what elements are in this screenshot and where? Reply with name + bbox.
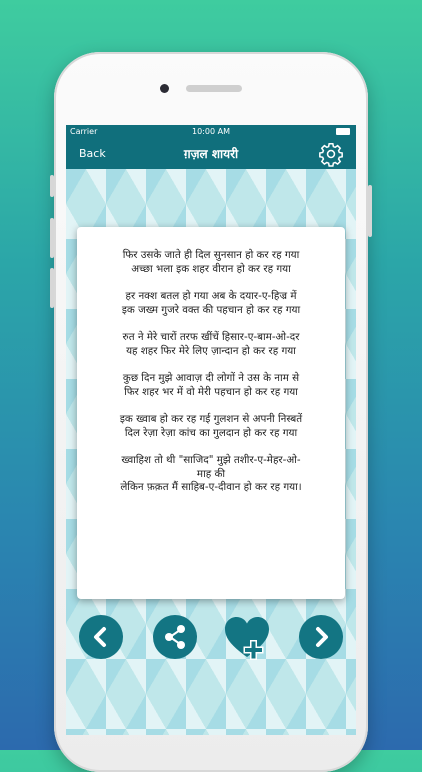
heart-plus-icon (225, 617, 269, 660)
volume-up-button (50, 218, 54, 258)
volume-down-button (50, 268, 54, 308)
chevron-right-icon (316, 627, 328, 647)
status-bar: Carrier 10:00 AM (66, 125, 356, 139)
gear-icon[interactable] (318, 141, 344, 167)
poem-line: लेकिन फ़क़त मैं साहिब-ए-दीवान हो कर रह ग… (120, 481, 302, 493)
poem-line: फिर शहर भर में वो मेरी पहचान हो कर रह गय… (124, 385, 298, 398)
poem-line: ख्वाहिश तो थी "साजिद" मुझे तशीर-ए-मेहर-ओ… (121, 454, 301, 466)
poem-stanza: फिर उसके जाते ही दिल सुनसान हो कर रह गया… (87, 249, 335, 276)
poem-line: अच्छा भला इक शहर वीरान हो कर रह गया (131, 262, 291, 275)
poem-stanza: कुछ दिन मुझे आवाज़ दी लोगों ने उस के नाम… (87, 372, 335, 399)
next-button[interactable] (299, 615, 343, 659)
power-button (368, 185, 372, 237)
poem-stanza: ख्वाहिश तो थी "साजिद" मुझे तशीर-ए-मेहर-ओ… (87, 454, 335, 495)
share-button[interactable] (153, 615, 197, 659)
poem-stanza: इक ख्वाब हो कर रह गई गुलशन से अपनी निस्ब… (87, 413, 335, 440)
poem-text: फिर उसके जाते ही दिल सुनसान हो कर रह गया… (77, 227, 345, 495)
poem-stanza: हर नक्श बतल हो गया अब के दयार-ए-हिज्र मे… (87, 290, 335, 317)
chevron-left-icon (94, 627, 106, 647)
poem-line: दिल रेज़ा रेज़ा कांच का गुलदान हो कर रह … (124, 426, 298, 439)
poem-stanza: रुत ने मेरे चारों तरफ खींचें हिसार-ए-बाम… (87, 331, 335, 358)
previous-button[interactable] (79, 615, 123, 659)
status-time: 10:00 AM (192, 127, 230, 136)
app-screen: Carrier 10:00 AM Back ग़ज़ल शायरी फिर उस… (66, 125, 356, 735)
poem-line: हर नक्श बतल हो गया अब के दयार-ए-हिज्र मे… (125, 290, 297, 302)
poem-line: फिर उसके जाते ही दिल सुनसान हो कर रह गया (122, 249, 300, 261)
poem-line: इक जख्म गुजरे वक्त की पहचान हो कर रह गया (121, 303, 301, 316)
page-title: ग़ज़ल शायरी (183, 147, 239, 161)
background-pattern: फिर उसके जाते ही दिल सुनसान हो कर रह गया… (66, 169, 356, 735)
front-camera (160, 84, 169, 93)
battery-icon (336, 128, 350, 135)
poem-line: इक ख्वाब हो कर रह गई गुलशन से अपनी निस्ब… (119, 413, 303, 425)
poem-line: रुत ने मेरे चारों तरफ खींचें हिसार-ए-बाम… (122, 331, 300, 343)
mute-switch (50, 175, 54, 197)
poem-card: फिर उसके जाते ही दिल सुनसान हो कर रह गया… (77, 227, 345, 599)
control-bar (66, 615, 356, 663)
poem-line: माह की (196, 467, 226, 480)
favorite-button[interactable] (223, 615, 271, 661)
poem-line: यह शहर फिर मेरे लिए ज़ान्दान हो कर रह गय… (126, 344, 296, 357)
share-icon (165, 625, 185, 649)
navigation-bar: Back ग़ज़ल शायरी (66, 139, 356, 169)
poem-line: कुछ दिन मुझे आवाज़ दी लोगों ने उस के नाम… (122, 372, 300, 384)
earpiece-speaker (186, 85, 242, 92)
